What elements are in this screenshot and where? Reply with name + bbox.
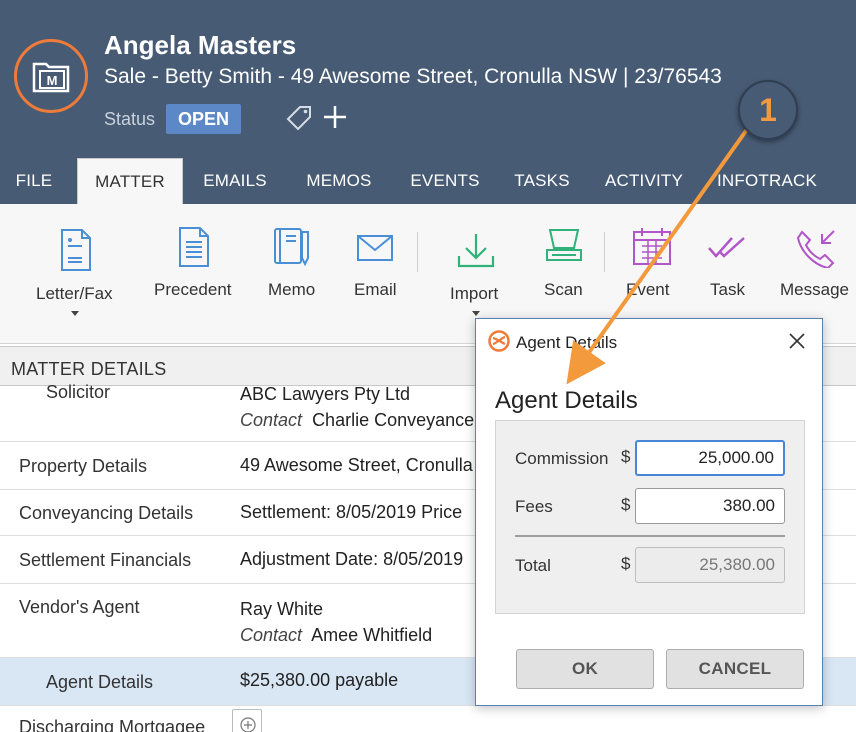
scan-button[interactable]: Scan (534, 204, 594, 324)
status-badge[interactable]: OPEN (166, 104, 241, 134)
row-value: ABC Lawyers Pty Ltd (240, 384, 411, 404)
row-label: Property Details (19, 456, 148, 476)
row-value: Settlement: 8/05/2019 Price (240, 502, 463, 522)
calendar-icon (633, 228, 671, 265)
add-tag-icon[interactable] (322, 104, 348, 130)
agent-details-dialog: Agent Details Agent Details Commission $… (475, 318, 823, 706)
download-icon (457, 234, 495, 268)
currency-symbol: $ (621, 554, 631, 573)
email-label: Email (354, 280, 397, 299)
matter-logo: M (14, 39, 88, 113)
add-mortgagee-button[interactable] (232, 709, 262, 732)
status-label: Status (104, 109, 156, 129)
currency-symbol: $ (621, 495, 631, 514)
email-button[interactable]: Email (344, 204, 408, 324)
message-label: Message (780, 280, 849, 299)
folder-m-icon: M (32, 62, 70, 93)
app-logo-icon (488, 330, 510, 352)
task-label: Task (710, 280, 745, 299)
svg-text:M: M (47, 73, 58, 88)
tab-memos[interactable]: MEMOS (296, 158, 382, 204)
document-icon (179, 227, 209, 267)
tab-events[interactable]: EVENTS (402, 158, 488, 204)
row-label: Discharging Mortgagee (19, 717, 206, 732)
row-label: Solicitor (46, 382, 111, 402)
client-name: Angela Masters (104, 30, 297, 60)
envelope-icon (357, 235, 393, 261)
fees-input[interactable] (635, 488, 785, 524)
dialog-title: Agent Details (516, 333, 618, 352)
tab-file[interactable]: FILE (2, 158, 66, 204)
row-label: Vendor's Agent (19, 597, 140, 617)
tab-tasks[interactable]: TASKS (504, 158, 580, 204)
agent-fees-panel: Commission $ Fees $ Total $ (495, 420, 805, 614)
cancel-button[interactable]: CANCEL (666, 649, 804, 689)
row-label: Agent Details (46, 672, 154, 692)
matter-details-title: MATTER DETAILS (11, 359, 167, 379)
row-value: Adjustment Date: 8/05/2019 (240, 549, 464, 569)
message-button[interactable]: Message (776, 204, 856, 324)
memo-label: Memo (268, 280, 316, 299)
tab-activity[interactable]: ACTIVITY (596, 158, 692, 204)
commission-label: Commission (515, 449, 609, 468)
matter-header: M Angela Masters Sale - Betty Smith - 49… (0, 0, 856, 204)
letter-fax-button[interactable]: Letter/Fax (30, 204, 122, 324)
total-divider (515, 535, 785, 537)
task-button[interactable]: Task (700, 204, 756, 324)
row-value: $25,380.00 payable (240, 670, 399, 690)
tab-bar: FILE MATTER EMAILS MEMOS EVENTS TASKS AC… (0, 158, 856, 204)
total-input (635, 547, 785, 583)
letter-icon (61, 229, 91, 271)
tab-infotrack[interactable]: INFOTRACK (712, 158, 822, 204)
event-button[interactable]: Event (622, 204, 682, 324)
dropdown-caret-icon (71, 311, 79, 316)
ribbon-separator (417, 232, 418, 272)
ok-button[interactable]: OK (516, 649, 654, 689)
row-contact: Contact Amee Whitfield (240, 625, 433, 645)
letter-fax-label: Letter/Fax (36, 284, 113, 303)
close-icon[interactable] (788, 332, 806, 350)
dialog-heading: Agent Details (495, 387, 638, 414)
row-value: Ray White (240, 599, 324, 619)
event-label: Event (626, 280, 670, 299)
total-label: Total (515, 556, 551, 575)
detail-row-discharging-mortgagee[interactable]: Discharging Mortgagee (0, 706, 856, 732)
callout-number-badge: 1 (738, 80, 798, 140)
plus-circle-icon (240, 717, 256, 732)
tab-matter[interactable]: MATTER (77, 158, 183, 204)
dropdown-caret-icon (472, 311, 480, 316)
checkmark-icon (708, 237, 745, 258)
currency-symbol: $ (621, 447, 631, 466)
row-label: Conveyancing Details (19, 503, 194, 523)
tag-icon[interactable] (286, 104, 314, 132)
fees-label: Fees (515, 497, 553, 516)
row-contact: Contact Charlie Conveyancer (240, 410, 481, 430)
memo-icon (274, 228, 309, 267)
scan-label: Scan (544, 280, 583, 299)
scanner-icon (546, 229, 582, 261)
row-value: 49 Awesome Street, Cronulla (240, 455, 473, 475)
ribbon-separator (604, 232, 605, 272)
tab-emails[interactable]: EMAILS (192, 158, 278, 204)
matter-description: Sale - Betty Smith - 49 Awesome Street, … (104, 65, 722, 88)
phone-message-icon (796, 230, 835, 268)
memo-button[interactable]: Memo (262, 204, 326, 324)
import-label: Import (450, 284, 499, 303)
import-button[interactable]: Import (440, 204, 512, 324)
precedent-label: Precedent (154, 280, 232, 299)
precedent-button[interactable]: Precedent (150, 204, 240, 324)
row-label: Settlement Financials (19, 550, 192, 570)
commission-input[interactable] (635, 440, 785, 476)
